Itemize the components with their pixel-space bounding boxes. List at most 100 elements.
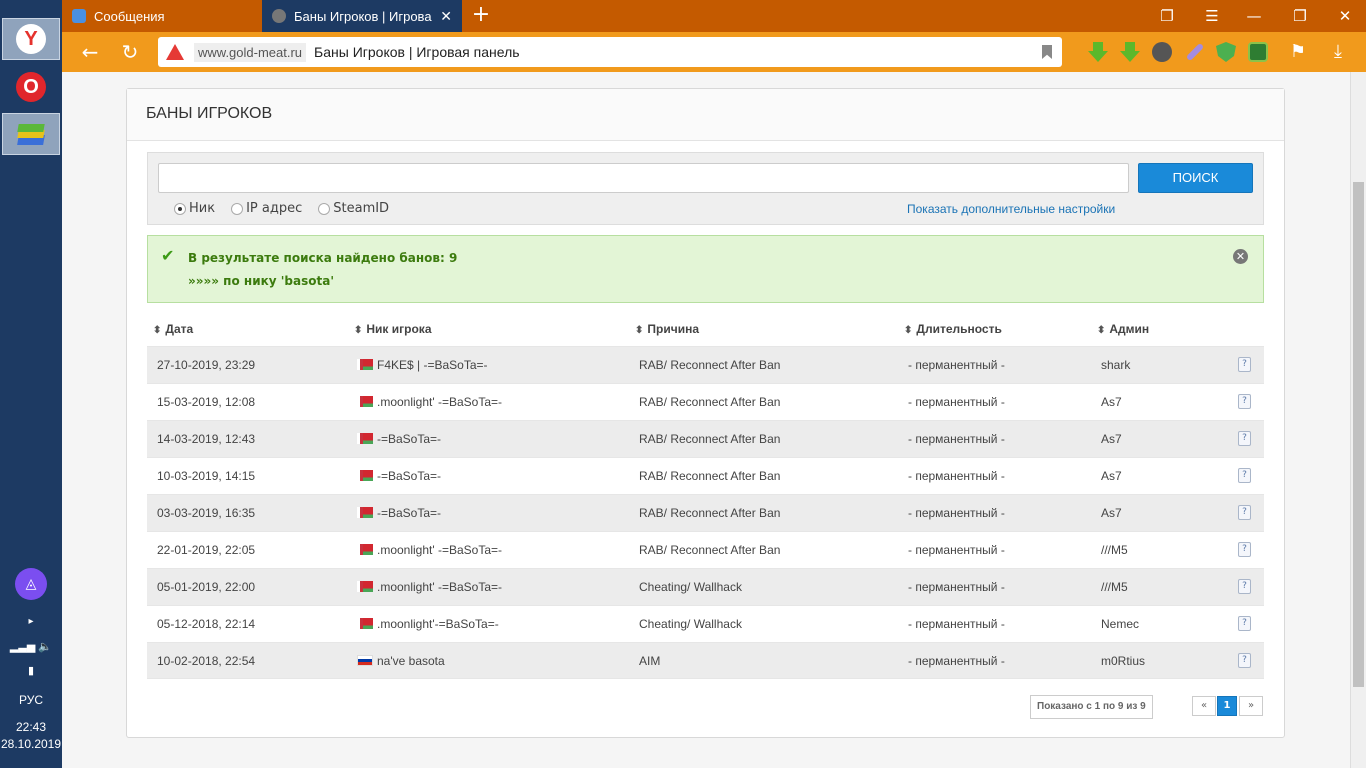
radio-nick-label[interactable]: Ник [189,201,215,216]
close-alert-icon[interactable]: ✕ [1233,249,1248,264]
row-date: 05-01-2019, 22:00 [157,580,256,594]
os-taskbar: Y O ◬ ▸ ▂▃▅ 🔈 ▮ РУС 22:43 28.10.2019 [0,0,62,768]
radio-steamid-label[interactable]: SteamID [333,201,389,216]
sort-icon: ⬍ [354,325,363,336]
col-nick[interactable]: ⬍ Ник игрока [354,322,432,336]
details-icon[interactable]: ? [1238,431,1251,446]
download-helper-icon[interactable] [1088,42,1108,62]
radio-ip[interactable] [231,202,244,215]
row-admin: ///M5 [1101,580,1128,594]
col-duration[interactable]: ⬍ Длительность [904,322,1002,336]
table-row[interactable]: 22-01-2019, 22:05 .moonlight' -=BaSoTa=- R… [147,531,1264,568]
col-admin[interactable]: ⬍ Админ [1097,322,1149,336]
details-icon[interactable]: ? [1238,357,1251,372]
minimize-button[interactable]: — [1243,5,1265,27]
close-tab-icon[interactable]: ✕ [440,8,452,25]
row-duration: - перманентный - [908,469,1005,483]
reload-button[interactable]: ↻ [118,40,142,64]
col-reason[interactable]: ⬍ Причина [635,322,699,336]
alice-assistant-icon[interactable]: ◬ [15,568,47,600]
details-icon[interactable]: ? [1238,616,1251,631]
row-nick: -=BaSoTa=- [357,506,441,520]
country-flag-icon [357,544,373,555]
warning-icon[interactable] [166,44,184,60]
row-admin: shark [1101,358,1131,372]
row-nick: na've basota [357,654,445,668]
yandex-icon: Y [16,24,46,54]
pager-prev[interactable]: « [1192,696,1216,716]
bluestacks-icon [16,121,46,147]
restore-button[interactable]: ❐ [1289,5,1311,27]
details-icon[interactable]: ? [1238,542,1251,557]
yandex-browser-app[interactable]: Y [2,18,60,60]
row-date: 14-03-2019, 12:43 [157,432,256,446]
row-reason: RAB/ Reconnect After Ban [639,469,781,483]
details-icon[interactable]: ? [1238,579,1251,594]
pen-icon[interactable] [1185,42,1205,62]
bookmark-icon[interactable] [1042,45,1052,59]
radio-nick[interactable] [174,202,186,215]
scrollbar-thumb[interactable] [1353,182,1364,687]
col-date[interactable]: ⬍ Дата [153,322,193,336]
pager-next[interactable]: » [1239,696,1263,716]
clock-time[interactable]: 22:43 [0,720,62,734]
search-input[interactable] [158,163,1129,193]
back-button[interactable]: ← [78,40,102,64]
clock-date[interactable]: 28.10.2019 [0,737,62,751]
row-duration: - перманентный - [908,506,1005,520]
table-row[interactable]: 10-02-2018, 22:54 na've basota AIM - перман… [147,642,1264,679]
table-row[interactable]: 14-03-2019, 12:43 -=BaSoTa=- RAB/ Reconnec… [147,420,1264,457]
table-row[interactable]: 27-10-2019, 23:29 F4KE$ | -=BaSoTa=- RAB/ … [147,346,1264,383]
battery-icon[interactable]: ▮ [0,664,62,677]
page-title: БАНЫ ИГРОКОВ [127,89,1284,141]
tab-messages[interactable]: Сообщения [62,0,262,32]
row-nick: -=BaSoTa=- [357,469,441,483]
opera-app[interactable]: O [2,66,60,108]
row-reason: AIM [639,654,661,668]
table-row[interactable]: 10-03-2019, 14:15 -=BaSoTa=- RAB/ Reconnec… [147,457,1264,494]
row-duration: - перманентный - [908,543,1005,557]
radio-steamid[interactable] [318,202,331,215]
details-icon[interactable]: ? [1238,468,1251,483]
tray-expand-icon[interactable]: ▸ [0,616,62,627]
tab-bans[interactable]: Баны Игроков | Игрова ✕ [262,0,462,32]
table-row[interactable]: 15-03-2019, 12:08 .moonlight' -=BaSoTa=- R… [147,383,1264,420]
downloads-icon[interactable]: ⤓ [1326,40,1350,64]
details-icon[interactable]: ? [1238,394,1251,409]
search-type-options: Ник IP адрес SteamID [174,201,405,216]
savefrom-icon[interactable] [1120,42,1140,62]
search-button[interactable]: ПОИСК [1138,163,1253,193]
shield-icon[interactable] [1216,42,1236,62]
row-nick: .moonlight' -=BaSoTa=- [357,395,502,409]
row-reason: RAB/ Reconnect After Ban [639,543,781,557]
tray-network-volume[interactable]: ▂▃▅ 🔈 [0,640,62,653]
details-icon[interactable]: ? [1238,505,1251,520]
pager-page-1[interactable]: 1 [1217,696,1237,716]
bluestacks-app[interactable] [2,113,60,155]
site-favicon-icon [272,9,286,23]
row-admin: Nemec [1101,617,1140,631]
protect-icon[interactable]: ⚑ [1286,40,1310,64]
menu-icon[interactable]: ☰ [1201,5,1223,27]
tabs-overview-icon[interactable]: ❐ [1156,5,1178,27]
tab-label: Сообщения [94,8,165,24]
more-settings-link[interactable]: Показать дополнительные настройки [907,202,1115,216]
new-tab-button[interactable]: + [470,4,492,26]
row-duration: - перманентный - [908,358,1005,372]
row-admin: As7 [1101,469,1122,483]
lightbulb-icon[interactable] [1152,42,1172,62]
table-row[interactable]: 03-03-2019, 16:35 -=BaSoTa=- RAB/ Reconnec… [147,494,1264,531]
radio-ip-label[interactable]: IP адрес [246,201,302,216]
table-row[interactable]: 05-12-2018, 22:14 .moonlight'-=BaSoTa=- Ch… [147,605,1264,642]
close-window-button[interactable]: ✕ [1334,5,1356,27]
row-date: 22-01-2019, 22:05 [157,543,256,557]
bans-table: 27-10-2019, 23:29 F4KE$ | -=BaSoTa=- RAB/ … [147,346,1264,679]
page-scrollbar[interactable] [1350,72,1366,768]
details-icon[interactable]: ? [1238,653,1251,668]
country-flag-icon [357,433,373,444]
table-row[interactable]: 05-01-2019, 22:00 .moonlight' -=BaSoTa=- C… [147,568,1264,605]
language-indicator[interactable]: РУС [0,693,62,707]
address-bar[interactable]: www.gold-meat.ru Баны Игроков | Игровая … [158,37,1062,67]
sort-icon: ⬍ [904,325,913,336]
extension-icon[interactable] [1248,42,1268,62]
